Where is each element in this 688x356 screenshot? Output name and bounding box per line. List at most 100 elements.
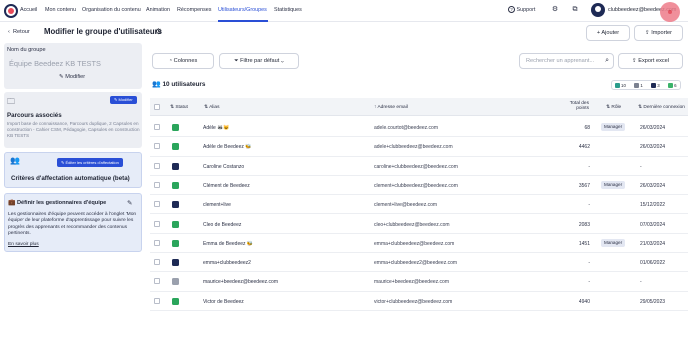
user-count-label: 10 utilisateurs xyxy=(162,81,206,88)
users-icon: 👥 xyxy=(152,81,161,88)
user-email: clement+live@beedeez.com xyxy=(374,202,438,209)
nav-utilisateurs-groupes[interactable]: Utilisateurs/Groupes xyxy=(218,7,267,13)
table-row[interactable]: Victor de Beedeez victor+clubbeedeez@bee… xyxy=(150,292,688,311)
user-alias[interactable]: Clément de Beedeez xyxy=(203,183,250,189)
badge-pending[interactable]: 3 xyxy=(650,82,660,89)
group-name-value[interactable]: Équipe Beedeez KB TESTS xyxy=(9,59,101,68)
user-alias[interactable]: Caroline Costanzo xyxy=(203,164,244,170)
user-points: 1451 xyxy=(578,240,590,247)
status-active-icon xyxy=(172,181,179,189)
nav-recompenses[interactable]: Récompenses xyxy=(177,7,211,13)
user-alias[interactable]: maurice+beedeez@beedeez.com xyxy=(203,279,278,285)
nav-organisation[interactable]: Organisation du contenu xyxy=(82,7,141,13)
badge-active[interactable]: 6 xyxy=(667,82,677,89)
edit-criteria-label: Éditer les critères d'affectation xyxy=(65,160,119,165)
table-row[interactable]: Adèle de Beedeez 🐝 adele+clubbeedeez@bee… xyxy=(150,137,688,157)
user-alias[interactable]: clement+live xyxy=(203,202,231,208)
status-summary: 10 1 3 6 xyxy=(611,80,681,90)
row-checkbox[interactable] xyxy=(154,143,160,150)
modify-label: Modifier xyxy=(65,74,86,80)
nav-animation[interactable]: Animation xyxy=(146,7,170,13)
search-input[interactable]: Rechercher un apprenant... ⌕ xyxy=(519,53,614,69)
row-checkbox[interactable] xyxy=(154,278,160,285)
status-pending-icon xyxy=(172,162,179,170)
badge-inactive-count: 1 xyxy=(640,83,643,88)
status-pending-icon xyxy=(172,201,179,209)
table-row[interactable]: Emma de Beedeez 🐝 emma+clubbeedeez@beede… xyxy=(150,234,688,254)
table-row[interactable]: maurice+beedeez@beedeez.com maurice+beed… xyxy=(150,272,688,292)
nav-accueil[interactable]: Accueil xyxy=(20,7,37,13)
managers-description: Les gestionnaires d'équipe peuvent accéd… xyxy=(8,212,137,237)
columns-button[interactable]: ◔ Colonnes xyxy=(152,53,214,69)
user-alias[interactable]: Emma de Beedeez 🐝 xyxy=(203,241,253,247)
edit-managers-icon[interactable]: ✎ xyxy=(127,199,132,207)
column-points[interactable]: Total des points xyxy=(565,101,589,112)
user-alias[interactable]: Adèle 🦝😺 xyxy=(203,125,230,131)
table-row[interactable]: emma+clubbeedeez2 emma+clubbeedeez2@beed… xyxy=(150,253,688,273)
column-last-login[interactable]: ⇅ Dernière connexion xyxy=(638,105,685,110)
column-alias[interactable]: ⇅ Alias xyxy=(204,105,220,110)
export-excel-button[interactable]: ⇪ Export excel xyxy=(618,53,683,69)
modify-paths-button[interactable]: ✎ Modifier xyxy=(110,96,137,104)
badge-inactive[interactable]: 1 xyxy=(633,82,643,89)
nav-mon-contenu[interactable]: Mon contenu xyxy=(45,7,76,13)
group-name-label: Nom du groupe xyxy=(7,47,46,53)
row-checkbox[interactable] xyxy=(154,181,160,188)
status-active-icon xyxy=(172,143,179,151)
row-checkbox[interactable] xyxy=(154,259,160,266)
edit-criteria-button[interactable]: ✎ Éditer les critères d'affectation xyxy=(57,158,123,167)
row-checkbox[interactable] xyxy=(154,297,160,304)
badge-all-count: 10 xyxy=(621,83,626,88)
user-alias[interactable]: Adèle de Beedeez 🐝 xyxy=(203,144,251,150)
user-avatar[interactable] xyxy=(591,3,605,17)
modify-name-link[interactable]: ✎ Modifier xyxy=(59,74,85,80)
table-row[interactable]: Cleo de Beedeez cleo+clubbeedeez@beedeez… xyxy=(150,215,688,234)
row-checkbox[interactable] xyxy=(154,239,160,246)
row-checkbox[interactable] xyxy=(154,201,160,208)
support-link[interactable]: ? Support xyxy=(508,6,535,13)
table-row[interactable]: Adèle 🦝😺 adele.courtot@beedeez.com 68 Ma… xyxy=(150,118,688,138)
add-button[interactable]: + Ajouter xyxy=(586,25,630,41)
import-button[interactable]: ⇪ Importer xyxy=(634,25,683,41)
user-email: clement+clubbeedeez@beedeez.com xyxy=(374,182,458,189)
support-label: Support xyxy=(516,6,536,13)
column-status-label: Statut xyxy=(175,105,188,110)
role-badge: Manager xyxy=(601,123,626,131)
user-alias[interactable]: emma+clubbeedeez2 xyxy=(203,260,251,266)
user-alias[interactable]: Cleo de Beedeez xyxy=(203,222,241,228)
back-link[interactable]: ‹ Retour xyxy=(8,29,30,35)
column-points-label: Total des points xyxy=(569,101,589,112)
status-active-icon xyxy=(172,297,179,305)
column-status[interactable]: ⇅ Statut xyxy=(170,105,188,110)
user-alias[interactable]: Victor de Beedeez xyxy=(203,299,244,305)
row-checkbox[interactable] xyxy=(154,220,160,227)
table-row[interactable]: clement+live clement+live@beedeez.com - … xyxy=(150,195,688,215)
user-last-login: 26/03/2024 xyxy=(640,182,666,189)
row-checkbox[interactable] xyxy=(154,124,160,130)
default-filter-dropdown[interactable]: ⏷ Filtre par défaut ⌄ xyxy=(219,53,299,69)
user-last-login: 29/05/2023 xyxy=(640,298,666,305)
nav-statistiques[interactable]: Statistiques xyxy=(274,7,302,13)
record-indicator xyxy=(660,2,680,22)
table-row[interactable]: Caroline Costanzo caroline+clubbeedeez@b… xyxy=(150,157,688,176)
search-placeholder: Rechercher un apprenant... xyxy=(526,58,595,64)
user-last-login: 15/12/2022 xyxy=(640,202,666,209)
column-email[interactable]: ↑ Adresse email xyxy=(374,105,408,110)
columns-label: Colonnes xyxy=(173,58,198,64)
user-points: 2083 xyxy=(578,221,590,228)
role-badge: Manager xyxy=(601,238,626,247)
user-points: 68 xyxy=(584,125,590,131)
settings-icon[interactable]: ⚙ xyxy=(550,5,560,15)
beedeez-logo[interactable] xyxy=(4,4,18,18)
user-points: - xyxy=(588,163,590,170)
row-checkbox[interactable] xyxy=(154,162,160,169)
share-network-icon[interactable]: ⧉ xyxy=(570,5,580,15)
learn-more-link[interactable]: En savoir plus xyxy=(8,242,39,247)
badge-all[interactable]: 10 xyxy=(614,82,627,89)
import-label: Importer xyxy=(651,30,673,36)
table-row[interactable]: Clément de Beedeez clement+clubbeedeez@b… xyxy=(150,176,688,196)
top-navigation-bar: Accueil Mon contenu Organisation du cont… xyxy=(0,0,688,22)
select-all-checkbox[interactable] xyxy=(154,104,160,110)
group-settings-icon[interactable]: ⚙ xyxy=(155,27,162,36)
column-role[interactable]: ⇅ Rôle xyxy=(606,105,621,110)
